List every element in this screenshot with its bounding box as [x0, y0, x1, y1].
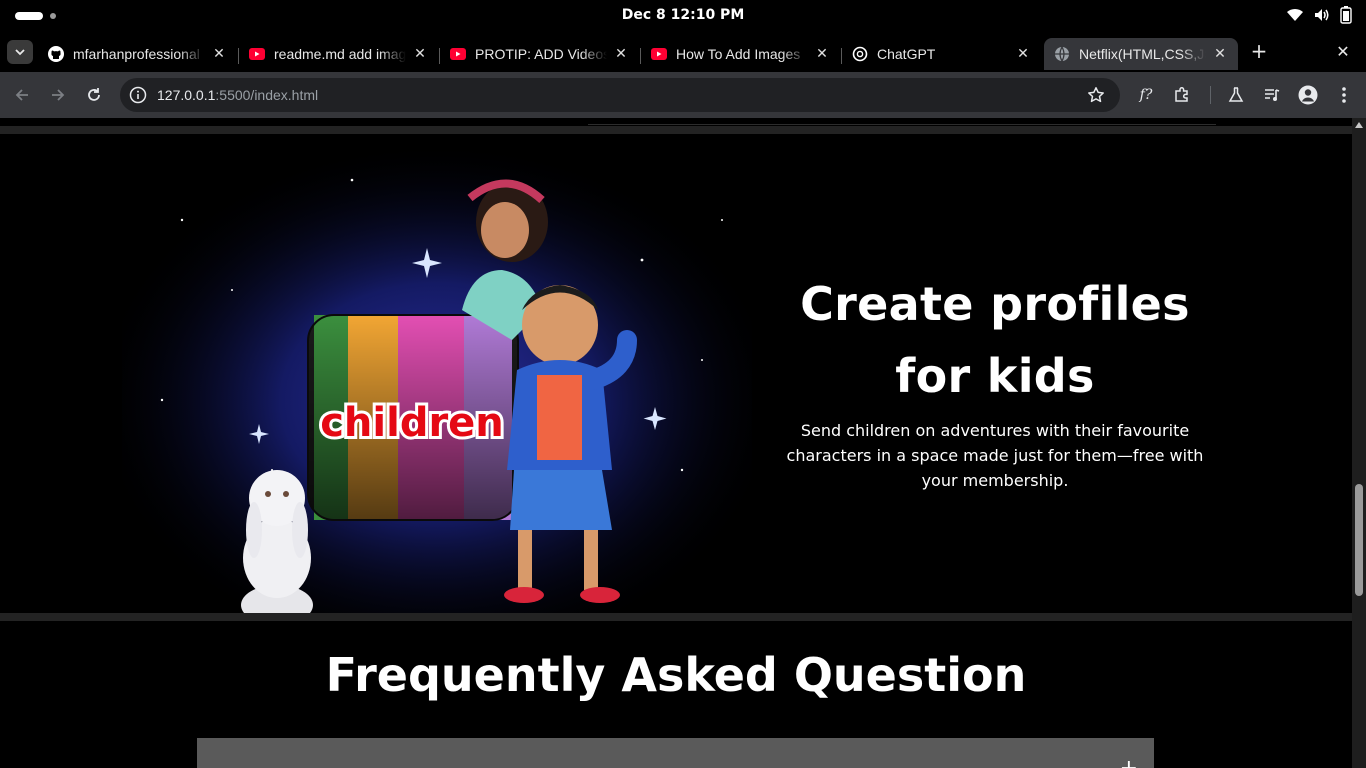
- url-text[interactable]: 127.0.0.1:5500/index.html: [157, 87, 318, 103]
- system-status-area[interactable]: [1286, 6, 1352, 24]
- section-divider: [0, 126, 1352, 134]
- font-extension-button[interactable]: f?: [1134, 83, 1158, 107]
- more-vert-icon: [1342, 87, 1346, 103]
- scrollbar-thumb[interactable]: [1355, 484, 1363, 596]
- faq-item[interactable]: +: [197, 738, 1154, 768]
- volume-icon: [1315, 9, 1329, 21]
- tab-title: PROTIP: ADD Videos: [475, 46, 607, 62]
- kids-description: Send children on adventures with their f…: [786, 421, 1204, 490]
- tab-title: Netflix(HTML,CSS,JS): [1079, 46, 1206, 62]
- scroll-up-arrow-icon[interactable]: [1355, 122, 1363, 128]
- faq-title: Frequently Asked Question: [325, 648, 1027, 702]
- url-host: 127.0.0.1: [157, 87, 216, 103]
- extensions-button[interactable]: [1170, 83, 1194, 107]
- address-bar[interactable]: 127.0.0.1:5500/index.html: [120, 78, 1120, 112]
- site-info-icon[interactable]: [128, 85, 148, 105]
- youtube-icon: [249, 46, 265, 62]
- window-close-button[interactable]: ✕: [1334, 40, 1352, 64]
- forward-button[interactable]: [46, 83, 70, 107]
- queue-music-icon: [1265, 89, 1280, 101]
- kids-profile-illustration: children: [122, 140, 752, 614]
- os-clock[interactable]: Dec 8 12:10 PM: [0, 7, 1366, 23]
- kids-heading: Create profiles for kids: [800, 277, 1190, 403]
- globe-icon: [1054, 46, 1070, 62]
- reload-button[interactable]: [82, 83, 106, 107]
- browser-menu-button[interactable]: [1332, 83, 1356, 107]
- bookmark-star-icon[interactable]: [1086, 85, 1106, 105]
- puzzle-icon: [1175, 86, 1188, 102]
- arrow-right-icon: [52, 89, 65, 101]
- os-top-bar: Dec 8 12:10 PM: [0, 0, 1366, 32]
- tab-add-images[interactable]: How To Add Images ✕: [641, 38, 840, 70]
- flask-icon: [1228, 87, 1244, 102]
- tab-close-button[interactable]: ✕: [1015, 46, 1031, 62]
- chevron-down-icon: [15, 48, 25, 55]
- github-icon: [48, 46, 64, 62]
- page-viewport: children Create profiles for kids Send c…: [0, 118, 1352, 768]
- function-icon: f?: [1139, 87, 1153, 103]
- faq-expand-icon[interactable]: +: [1120, 756, 1138, 768]
- avatar-icon: [1298, 85, 1318, 105]
- tab-github[interactable]: mfarhanprofessional ✕: [38, 38, 237, 70]
- tab-search-button[interactable]: [7, 40, 33, 64]
- profile-button[interactable]: [1296, 83, 1320, 107]
- toolbar-separator: [1210, 86, 1211, 104]
- battery-icon: [1340, 6, 1352, 24]
- media-controls-button[interactable]: [1260, 83, 1284, 107]
- arrow-left-icon: [15, 89, 28, 101]
- tab-title: How To Add Images: [676, 46, 801, 62]
- reload-icon: [88, 88, 100, 101]
- tab-close-button[interactable]: ✕: [211, 46, 227, 62]
- bunny-character: [241, 470, 313, 614]
- url-path: :5500/index.html: [215, 87, 319, 103]
- children-logo-text: children: [320, 400, 504, 446]
- browser-toolbar: 127.0.0.1:5500/index.html f?: [0, 72, 1366, 118]
- tab-protip[interactable]: PROTIP: ADD Videos ✕: [440, 38, 639, 70]
- tab-chatgpt[interactable]: ChatGPT ✕: [842, 38, 1041, 70]
- tab-title: ChatGPT: [877, 46, 936, 62]
- back-button[interactable]: [10, 83, 34, 107]
- tab-close-button[interactable]: ✕: [1212, 46, 1228, 62]
- youtube-icon: [450, 46, 466, 62]
- kids-feature-text: Create profiles for kids Send children o…: [770, 268, 1220, 493]
- chatgpt-icon: [852, 46, 868, 62]
- wifi-icon: [1287, 8, 1303, 21]
- tab-strip: mfarhanprofessional ✕ readme.md add imag…: [0, 32, 1366, 72]
- tab-close-button[interactable]: ✕: [412, 46, 428, 62]
- tab-title: mfarhanprofessional: [73, 46, 200, 62]
- section-divider: [0, 613, 1352, 621]
- previous-section-edge: [588, 118, 1216, 125]
- page-scrollbar[interactable]: [1352, 118, 1366, 768]
- tab-title: readme.md add image: [274, 46, 406, 62]
- tab-close-button[interactable]: ✕: [613, 46, 629, 62]
- tab-netflix-active[interactable]: Netflix(HTML,CSS,JS) ✕: [1044, 38, 1238, 70]
- tab-readme[interactable]: readme.md add image ✕: [239, 38, 438, 70]
- new-tab-button[interactable]: +: [1249, 40, 1269, 64]
- youtube-icon: [651, 46, 667, 62]
- labs-button[interactable]: [1224, 83, 1248, 107]
- tab-close-button[interactable]: ✕: [814, 46, 830, 62]
